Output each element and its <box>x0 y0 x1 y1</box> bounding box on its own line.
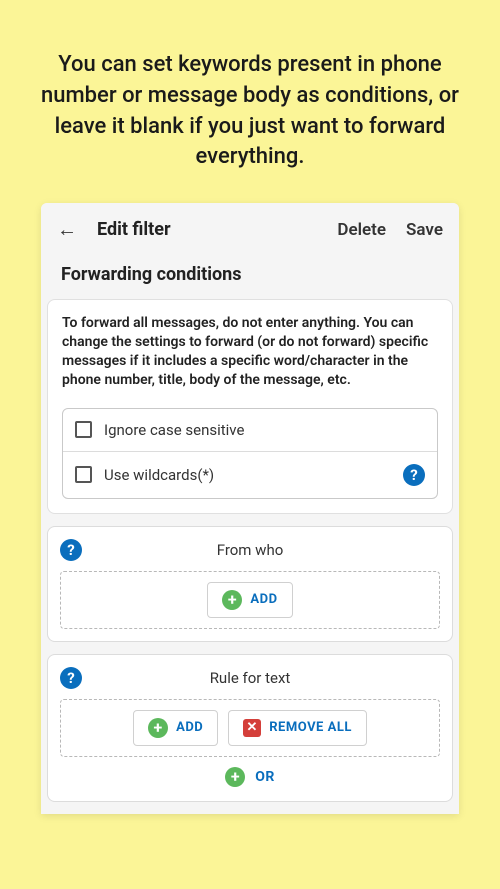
add-rule-button[interactable]: + ADD <box>133 710 218 746</box>
add-label: ADD <box>250 592 277 607</box>
remove-all-button[interactable]: ✕ REMOVE ALL <box>228 710 367 746</box>
rule-text-actions-area: + ADD ✕ REMOVE ALL <box>60 699 440 757</box>
rule-text-card: ? Rule for text + ADD ✕ REMOVE ALL + OR <box>47 654 453 802</box>
app-bar: ← Edit filter Delete Save <box>41 203 459 256</box>
delete-button[interactable]: Delete <box>337 220 386 240</box>
options-box: Ignore case sensitive Use wildcards(*) ? <box>62 408 438 499</box>
section-title: Forwarding conditions <box>41 256 459 299</box>
remove-all-label: REMOVE ALL <box>269 720 352 735</box>
plus-icon: + <box>222 590 242 610</box>
rule-text-title: Rule for text <box>92 669 408 687</box>
wildcards-row[interactable]: Use wildcards(*) ? <box>63 451 437 498</box>
or-button[interactable]: + OR <box>60 757 440 789</box>
add-label: ADD <box>176 720 203 735</box>
from-who-add-area: + ADD <box>60 571 440 629</box>
app-title: Edit filter <box>97 219 317 240</box>
or-label: OR <box>255 769 275 785</box>
checkbox-icon[interactable] <box>75 421 92 438</box>
app-actions: Delete Save <box>337 220 443 240</box>
wildcards-label: Use wildcards(*) <box>104 466 391 484</box>
remove-icon: ✕ <box>243 719 261 737</box>
plus-icon: + <box>148 718 168 738</box>
checkbox-icon[interactable] <box>75 466 92 483</box>
help-icon[interactable]: ? <box>60 539 82 561</box>
info-text: To forward all messages, do not enter an… <box>62 314 438 390</box>
back-icon[interactable]: ← <box>57 217 77 242</box>
ignore-case-row[interactable]: Ignore case sensitive <box>63 409 437 451</box>
from-who-header: ? From who <box>60 537 440 571</box>
save-button[interactable]: Save <box>406 220 443 240</box>
info-card: To forward all messages, do not enter an… <box>47 299 453 514</box>
promo-heading: You can set keywords present in phone nu… <box>0 0 500 203</box>
phone-screen: ← Edit filter Delete Save Forwarding con… <box>41 203 459 814</box>
ignore-case-label: Ignore case sensitive <box>104 421 425 439</box>
from-who-card: ? From who + ADD <box>47 526 453 642</box>
help-icon[interactable]: ? <box>60 667 82 689</box>
rule-text-header: ? Rule for text <box>60 665 440 699</box>
from-who-title: From who <box>92 541 408 559</box>
add-from-who-button[interactable]: + ADD <box>207 582 292 618</box>
help-icon[interactable]: ? <box>403 464 425 486</box>
plus-icon: + <box>225 767 245 787</box>
